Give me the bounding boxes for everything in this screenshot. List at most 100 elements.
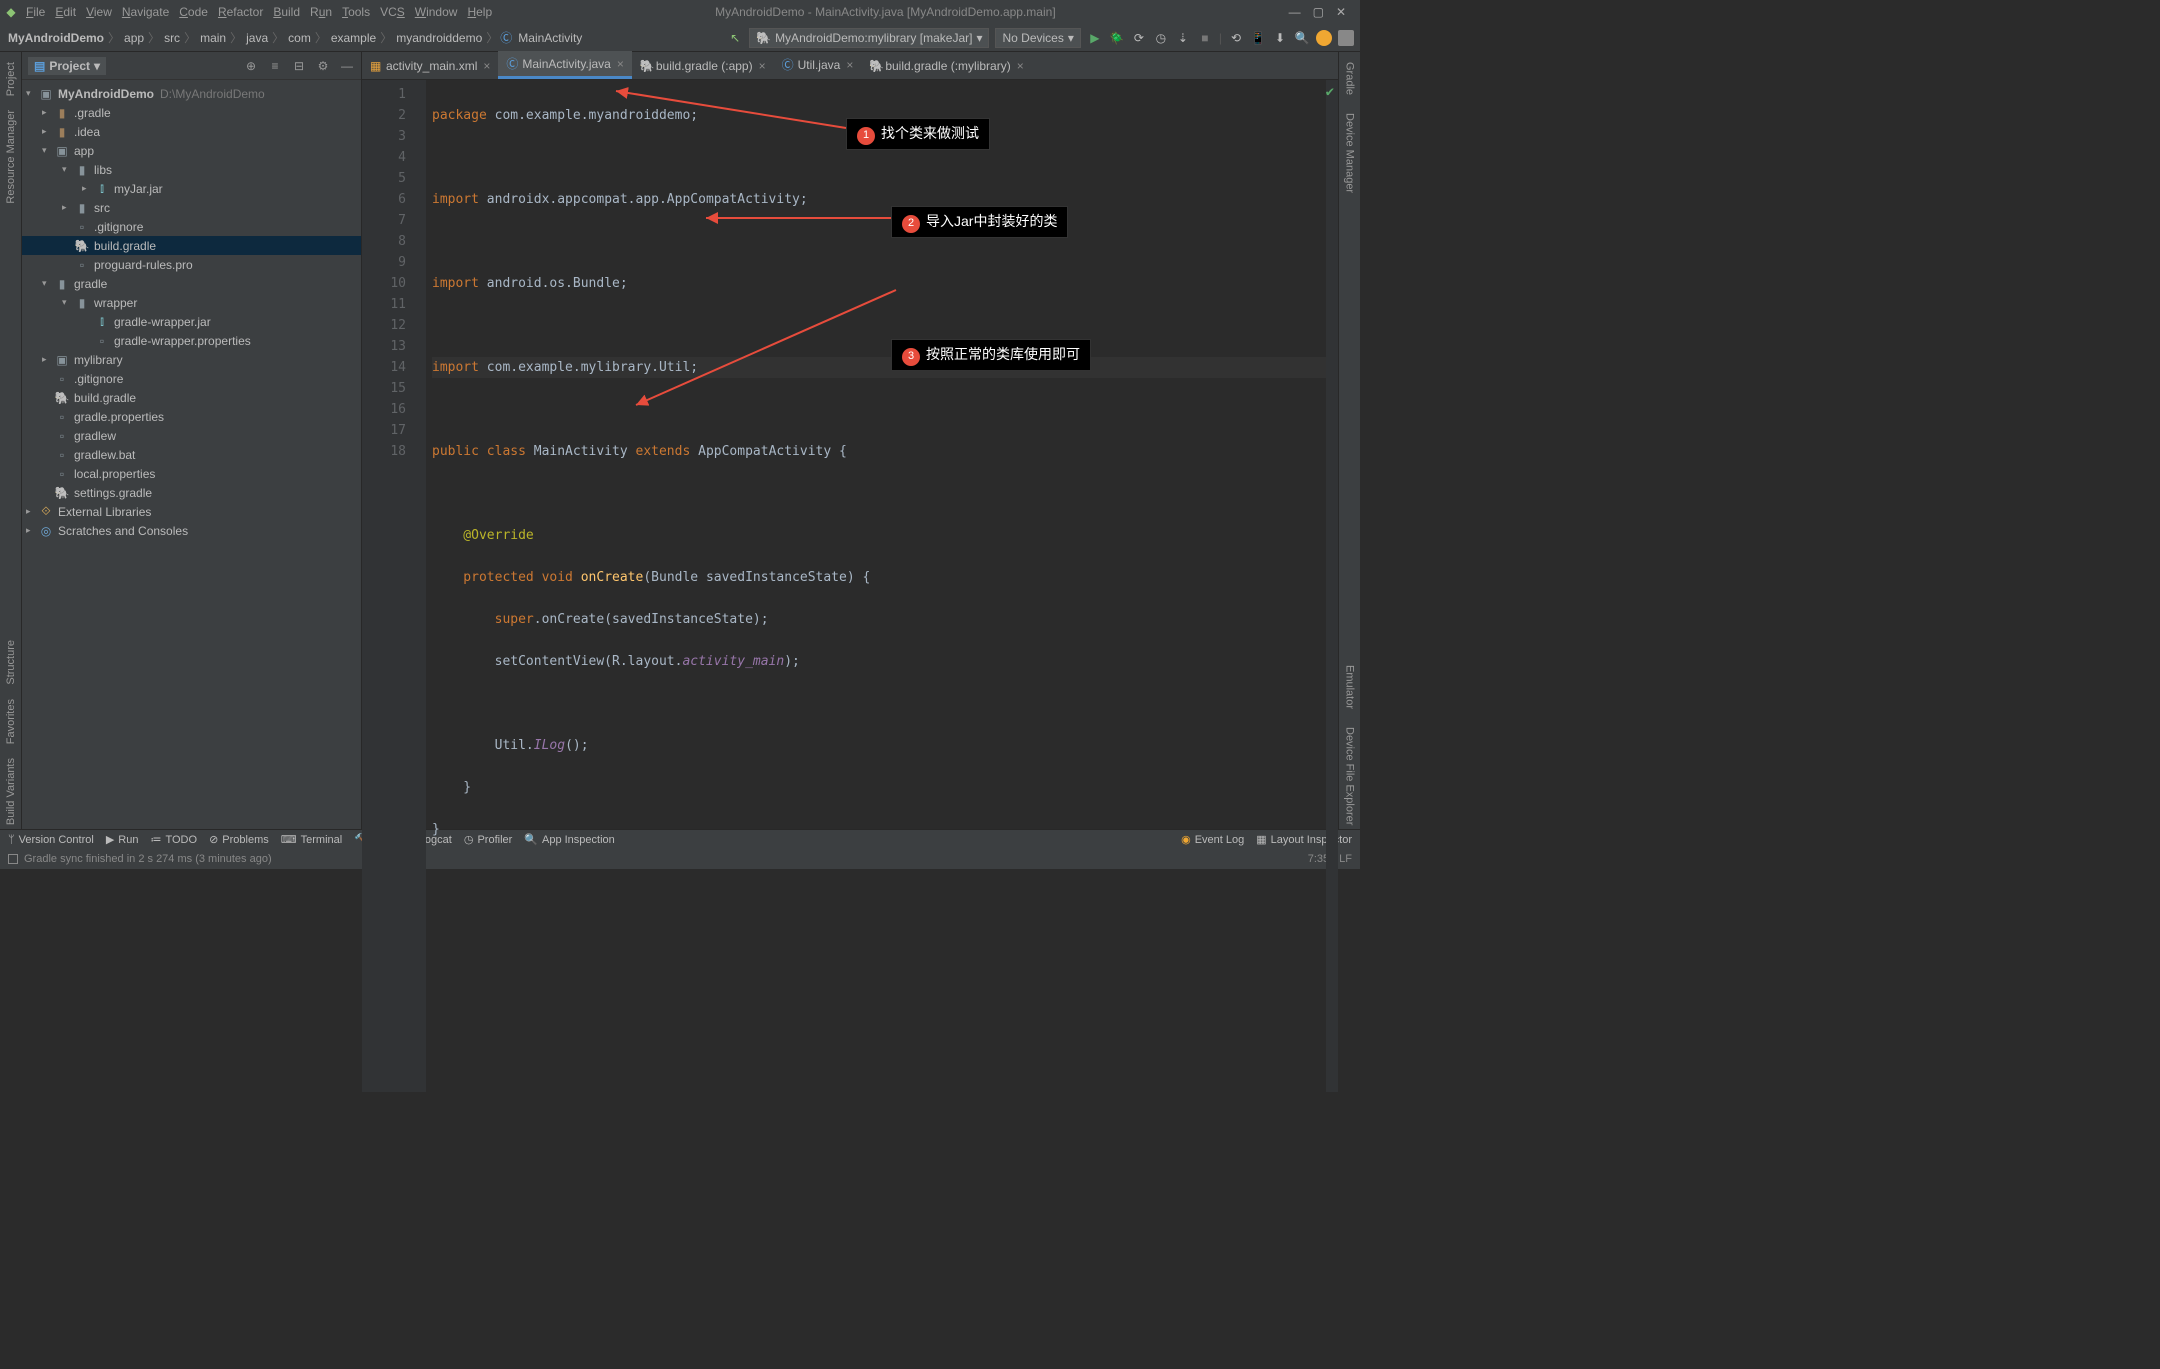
crumb[interactable]: app [122, 31, 146, 45]
toolwin-device-file-explorer[interactable]: Device File Explorer [1344, 723, 1356, 829]
menu-code[interactable]: Code [175, 3, 212, 21]
close-tab-icon[interactable]: × [759, 59, 766, 73]
tree-row[interactable]: ▫.gitignore [22, 369, 361, 388]
tab[interactable]: ▦activity_main.xml× [362, 55, 498, 79]
crumb[interactable]: src [162, 31, 182, 45]
menu-vcs[interactable]: VCS [376, 3, 409, 21]
editor-tabs[interactable]: ▦activity_main.xml× ⒸMainActivity.java× … [362, 52, 1338, 80]
tree-row[interactable]: ▫gradlew [22, 426, 361, 445]
toolwin-terminal[interactable]: ⌨Terminal [281, 833, 342, 846]
menu-run[interactable]: Run [306, 3, 336, 21]
coverage-button[interactable]: ⟳ [1131, 30, 1147, 46]
menu-edit[interactable]: Edit [51, 3, 80, 21]
menu-file[interactable]: File [22, 3, 49, 21]
attach-button[interactable]: ⇣ [1175, 30, 1191, 46]
crumb[interactable]: MyAndroidDemo [6, 31, 106, 45]
tree-row[interactable]: 🐘build.gradle [22, 388, 361, 407]
tree-row[interactable]: ▫gradle.properties [22, 407, 361, 426]
tree-row[interactable]: ⫾gradle-wrapper.jar [22, 312, 361, 331]
run-button[interactable]: ▶ [1087, 30, 1103, 46]
crumb[interactable]: MainActivity [516, 31, 584, 45]
collapse-all-icon[interactable]: ⊟ [291, 58, 307, 74]
tree-row[interactable]: ▸⫾myJar.jar [22, 179, 361, 198]
toolwin-project[interactable]: Project [5, 58, 17, 100]
code-content[interactable]: package com.example.myandroiddemo; impor… [426, 80, 1326, 1092]
tab[interactable]: ⒸUtil.java× [774, 52, 862, 79]
toolwin-run[interactable]: ▶Run [106, 833, 139, 846]
toolwin-emulator[interactable]: Emulator [1344, 661, 1356, 713]
menu-window[interactable]: Window [411, 3, 462, 21]
tree-row[interactable]: ▸▮.idea [22, 122, 361, 141]
ide-update-icon[interactable] [1316, 30, 1332, 46]
menu-refactor[interactable]: Refactor [214, 3, 267, 21]
device-dropdown[interactable]: No Devices ▾ [995, 28, 1080, 48]
crumb[interactable]: example [329, 31, 378, 45]
tree-row[interactable]: ▫local.properties [22, 464, 361, 483]
tree-root[interactable]: ▾▣MyAndroidDemoD:\MyAndroidDemo [22, 84, 361, 103]
stop-button[interactable]: ■ [1197, 30, 1213, 46]
tree-row[interactable]: ▾▮libs [22, 160, 361, 179]
select-opened-file-icon[interactable]: ⊕ [243, 58, 259, 74]
toolwin-todo[interactable]: ≔TODO [150, 833, 197, 846]
menu-build[interactable]: Build [269, 3, 304, 21]
error-stripe[interactable]: ✔ [1326, 80, 1338, 1092]
run-config-dropdown[interactable]: 🐘 MyAndroidDemo:mylibrary [makeJar] ▾ [749, 28, 989, 48]
avd-button[interactable]: 📱 [1250, 30, 1266, 46]
tree-row[interactable]: ▫.gitignore [22, 217, 361, 236]
sync-button[interactable]: ⟲ [1228, 30, 1244, 46]
menu-help[interactable]: Help [463, 3, 496, 21]
toolwin-problems[interactable]: ⊘Problems [209, 833, 269, 846]
toolwin-gradle[interactable]: Gradle [1344, 58, 1356, 99]
close-tab-icon[interactable]: × [483, 59, 490, 73]
tree-row[interactable]: ▾▮gradle [22, 274, 361, 293]
back-icon[interactable]: ↖ [727, 30, 743, 46]
tree-row[interactable]: 🐘settings.gradle [22, 483, 361, 502]
menu-navigate[interactable]: Navigate [118, 3, 173, 21]
minimize-button[interactable]: — [1289, 5, 1301, 19]
project-view-selector[interactable]: ▤ Project ▾ [28, 57, 106, 75]
account-icon[interactable] [1338, 30, 1354, 46]
toolwin-device-manager[interactable]: Device Manager [1344, 109, 1356, 197]
toolwin-structure[interactable]: Structure [5, 636, 17, 689]
close-tab-icon[interactable]: × [1017, 59, 1024, 73]
tree-row[interactable]: ▾▮wrapper [22, 293, 361, 312]
breadcrumbs[interactable]: MyAndroidDemo〉 app〉 src〉 main〉 java〉 com… [6, 29, 584, 46]
tree-row[interactable]: ▫gradlew.bat [22, 445, 361, 464]
menu-view[interactable]: View [82, 3, 116, 21]
tree-row[interactable]: ▸◎Scratches and Consoles [22, 521, 361, 540]
project-tree[interactable]: ▾▣MyAndroidDemoD:\MyAndroidDemo ▸▮.gradl… [22, 80, 361, 829]
tree-row-selected[interactable]: 🐘build.gradle [22, 236, 361, 255]
tab[interactable]: 🐘build.gradle (:app)× [632, 55, 774, 79]
crumb[interactable]: com [286, 31, 313, 45]
settings-icon[interactable]: ⚙ [315, 58, 331, 74]
close-button[interactable]: ✕ [1336, 5, 1346, 19]
crumb[interactable]: java [244, 31, 270, 45]
main-menu[interactable]: File Edit View Navigate Code Refactor Bu… [22, 3, 496, 21]
toolwin-favorites[interactable]: Favorites [5, 695, 17, 748]
close-tab-icon[interactable]: × [617, 57, 624, 71]
tree-row[interactable]: ▫proguard-rules.pro [22, 255, 361, 274]
hide-icon[interactable]: — [339, 58, 355, 74]
expand-all-icon[interactable]: ≡ [267, 58, 283, 74]
toolwin-build-variants[interactable]: Build Variants [5, 754, 17, 829]
profile-button[interactable]: ◷ [1153, 30, 1169, 46]
code-editor[interactable]: 123456789101112131415161718 package com.… [362, 80, 1338, 1092]
tree-row[interactable]: ▸▮src [22, 198, 361, 217]
menu-tools[interactable]: Tools [338, 3, 374, 21]
maximize-button[interactable]: ▢ [1313, 5, 1324, 19]
debug-button[interactable]: 🪲 [1109, 30, 1125, 46]
line-sep-indicator[interactable]: LF [1339, 853, 1352, 865]
tree-row[interactable]: ▾▣app [22, 141, 361, 160]
tree-row[interactable]: ▸▮.gradle [22, 103, 361, 122]
tree-row[interactable]: ▸▣mylibrary [22, 350, 361, 369]
tab[interactable]: 🐘build.gradle (:mylibrary)× [861, 55, 1031, 79]
toolwindow-toggle-icon[interactable] [8, 854, 18, 864]
tree-row[interactable]: ▫gradle-wrapper.properties [22, 331, 361, 350]
tree-row[interactable]: ▸⟐External Libraries [22, 502, 361, 521]
toolwin-resource-manager[interactable]: Resource Manager [5, 106, 17, 208]
crumb[interactable]: myandroiddemo [394, 31, 484, 45]
search-button[interactable]: 🔍 [1294, 30, 1310, 46]
toolwin-version-control[interactable]: ᛘVersion Control [8, 834, 94, 846]
close-tab-icon[interactable]: × [846, 58, 853, 72]
sdk-button[interactable]: ⬇ [1272, 30, 1288, 46]
